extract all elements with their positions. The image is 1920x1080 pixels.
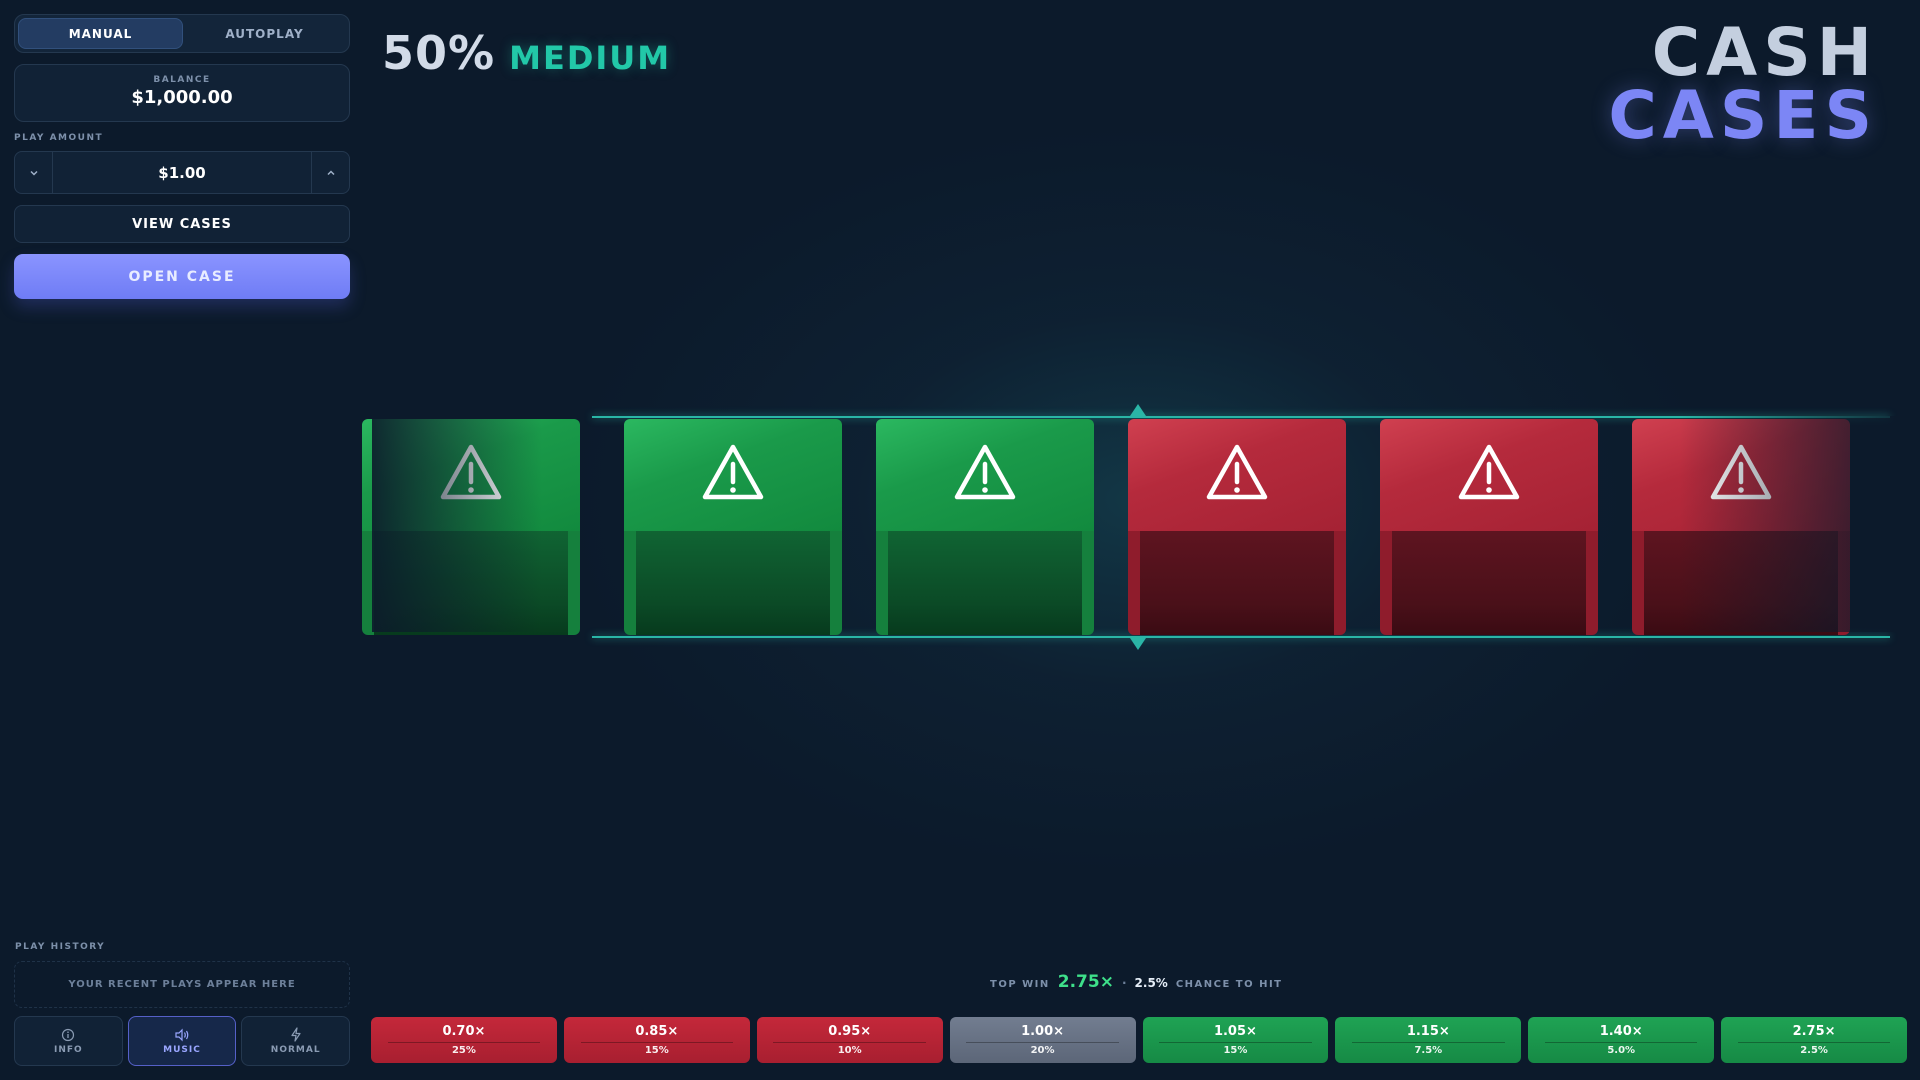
chevron-down-icon [29, 170, 38, 176]
payout-multiplier: 2.75× [1792, 1024, 1836, 1039]
case-body [1128, 531, 1346, 635]
payout-tier: 1.00× 20% [949, 1017, 1136, 1063]
bottom-controls: INFO MUSIC NORMAL [14, 1016, 351, 1066]
music-label: MUSIC [163, 1044, 201, 1055]
payout-tier: 0.70× 25% [371, 1017, 557, 1063]
play-amount-label: PLAY AMOUNT [14, 133, 104, 143]
payout-chance: 25% [451, 1045, 476, 1056]
payout-table: 0.70× 25% 0.85× 15% 0.95× 10% 1.00× 20% 1.05× 15%… [371, 1017, 1907, 1063]
payout-multiplier: 0.85× [635, 1024, 679, 1039]
case-inner [636, 531, 830, 635]
payout-chance: 20% [1030, 1045, 1055, 1056]
warning-icon [1458, 444, 1520, 500]
chance-to-hit-label: CHANCE TO HIT [1175, 979, 1283, 990]
reel-bottom-line [592, 636, 1890, 638]
view-cases-button[interactable]: VIEW CASES [14, 205, 350, 243]
warning-icon [702, 444, 764, 500]
reel-fade-left [372, 416, 542, 632]
info-icon [62, 1028, 75, 1041]
chevron-up-icon [326, 169, 335, 175]
open-case-button[interactable]: OPEN CASE [14, 254, 350, 299]
balance-label: BALANCE [153, 75, 211, 85]
payout-divider [1159, 1042, 1312, 1043]
green-case [624, 419, 842, 635]
payout-divider [1737, 1042, 1891, 1043]
play-amount-stepper: $1.00 [14, 151, 350, 194]
payout-tier: 1.05× 15% [1142, 1017, 1329, 1063]
case-lid [624, 419, 842, 531]
top-win-multiplier: 2.75× [1057, 972, 1114, 992]
music-button[interactable]: MUSIC [127, 1016, 237, 1066]
play-history-label: PLAY HISTORY [15, 942, 106, 952]
speed-label: NORMAL [270, 1045, 321, 1055]
red-case [1128, 419, 1346, 635]
case-lid [1380, 419, 1598, 531]
reel-pointer-top [1130, 404, 1146, 416]
risk-header: 50% MEDIUM [382, 26, 671, 80]
case-body [876, 531, 1094, 635]
payout-tier: 1.15× 7.5% [1335, 1017, 1522, 1063]
warning-icon [954, 444, 1016, 500]
payout-multiplier: 1.40× [1599, 1024, 1643, 1039]
case-lid [876, 419, 1094, 531]
case-reel [362, 404, 1920, 650]
balance-display: BALANCE $1,000.00 [14, 64, 350, 122]
logo-line-cases: CASES [1608, 76, 1878, 154]
payout-chance: 10% [837, 1045, 862, 1056]
risk-percent: 50% [382, 26, 496, 80]
case-body [1380, 531, 1598, 635]
payout-chance: 15% [644, 1045, 669, 1056]
info-button[interactable]: INFO [14, 1016, 123, 1066]
payout-chance: 15% [1223, 1045, 1248, 1056]
manual-mode-button[interactable]: MANUAL [18, 18, 183, 49]
balance-value: $1,000.00 [131, 87, 233, 108]
risk-level: MEDIUM [509, 39, 672, 77]
mode-toggle: MANUAL AUTOPLAY [14, 14, 350, 53]
payout-multiplier: 1.15× [1406, 1024, 1450, 1039]
speaker-icon [175, 1028, 189, 1041]
payout-divider [387, 1042, 541, 1043]
payout-multiplier: 1.00× [1021, 1024, 1065, 1039]
logo-line-cash: CASH [1651, 14, 1878, 91]
top-win-info: TOP WIN 2.75× · 2.5% CHANCE TO HIT [990, 972, 1283, 992]
top-win-label: TOP WIN [990, 979, 1050, 990]
payout-divider [773, 1042, 926, 1043]
case-lid [1128, 419, 1346, 531]
play-history-empty: YOUR RECENT PLAYS APPEAR HERE [14, 961, 350, 1008]
payout-chance: 2.5% [1800, 1045, 1828, 1056]
payout-divider [966, 1042, 1119, 1043]
payout-tier: 1.40× 5.0% [1528, 1017, 1715, 1063]
lightning-icon [291, 1027, 301, 1042]
case-inner [1392, 531, 1586, 635]
green-case [876, 419, 1094, 635]
game-logo: CASH CASES [1608, 14, 1878, 154]
red-case [1380, 419, 1598, 635]
payout-tier: 0.85× 15% [563, 1017, 750, 1063]
payout-divider [1352, 1042, 1505, 1043]
speed-button[interactable]: NORMAL [241, 1016, 351, 1066]
payout-multiplier: 1.05× [1213, 1024, 1257, 1039]
top-win-chance: 2.5% [1134, 976, 1168, 990]
reel-pointer-bottom [1130, 638, 1146, 650]
autoplay-mode-button[interactable]: AUTOPLAY [183, 18, 346, 49]
control-sidebar: MANUAL AUTOPLAY BALANCE $1,000.00 PLAY A… [14, 14, 351, 1066]
decrease-amount-button[interactable] [15, 152, 53, 193]
payout-tier: 2.75× 2.5% [1721, 1017, 1907, 1063]
case-body [624, 531, 842, 635]
payout-divider [580, 1042, 734, 1043]
info-label: INFO [53, 1044, 83, 1055]
top-win-separator: · [1121, 976, 1127, 990]
payout-tier: 0.95× 10% [756, 1017, 943, 1063]
payout-multiplier: 0.70× [442, 1024, 486, 1039]
payout-chance: 5.0% [1607, 1045, 1636, 1056]
payout-divider [1544, 1042, 1698, 1043]
case-inner [1140, 531, 1334, 635]
payout-chance: 7.5% [1414, 1045, 1443, 1056]
play-amount-input[interactable]: $1.00 [53, 152, 311, 193]
payout-multiplier: 0.95× [828, 1024, 872, 1039]
reel-fade-right [1680, 416, 1920, 632]
case-inner [888, 531, 1082, 635]
warning-icon [1206, 444, 1268, 500]
increase-amount-button[interactable] [311, 152, 349, 193]
